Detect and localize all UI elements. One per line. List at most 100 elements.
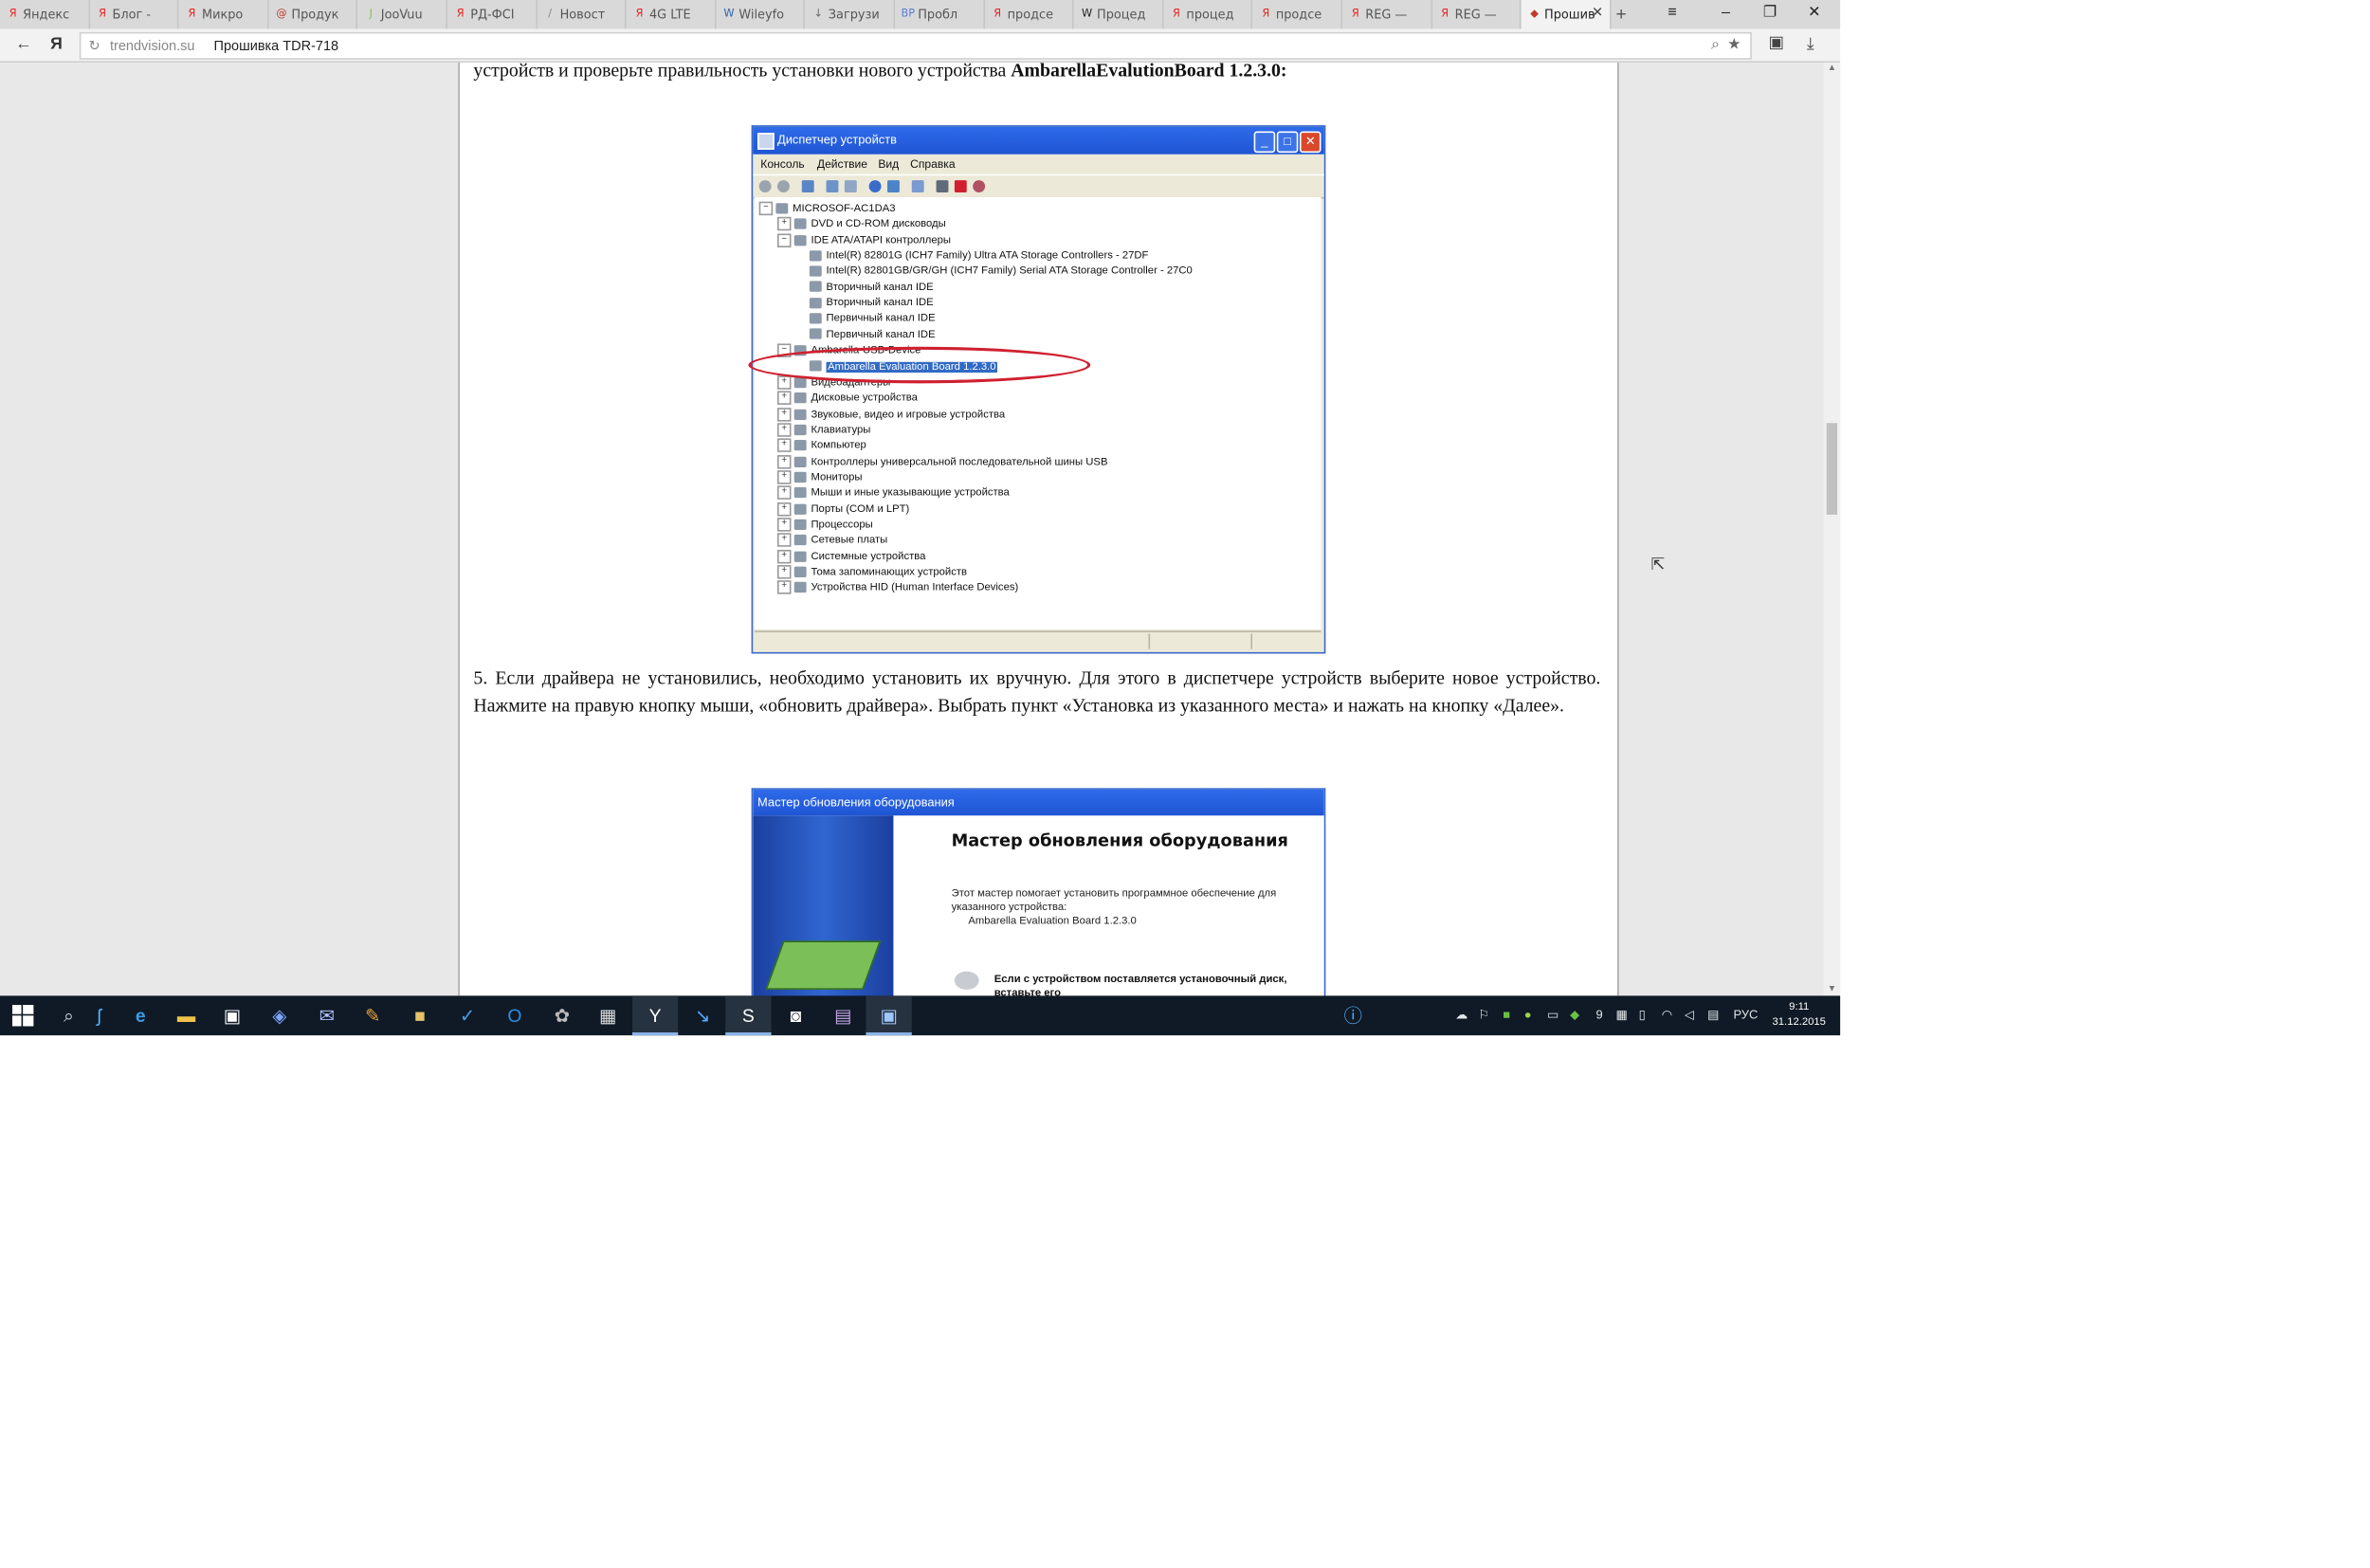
tab-favicon-icon: / xyxy=(548,8,552,20)
minimize-icon: _ xyxy=(1253,131,1276,154)
tab-favicon-icon: J xyxy=(369,8,373,20)
device-icon xyxy=(793,551,807,562)
print-icon xyxy=(844,180,857,192)
tab-favicon-icon: Я xyxy=(188,8,196,20)
action-center-icon[interactable]: ▤ xyxy=(1707,995,1719,1035)
file-explorer-icon[interactable]: ▬ xyxy=(163,995,209,1035)
browser-tab[interactable]: BP Пробл xyxy=(895,0,985,29)
media-icon[interactable]: ◈ xyxy=(257,995,302,1035)
scroll-up-icon[interactable]: ▲ xyxy=(1824,64,1841,74)
yandex-browser-icon[interactable]: Y xyxy=(631,995,679,1036)
browser-tab[interactable]: ↓ Загрузи xyxy=(806,0,896,29)
device-icon xyxy=(793,503,807,515)
browser-tab[interactable]: / Новост xyxy=(537,0,627,29)
tree-item: + Устройства HID (Human Interface Devices… xyxy=(776,580,1018,597)
bookmark-star-icon[interactable]: ★ xyxy=(1727,33,1741,58)
notification-info-icon[interactable]: ⓘ xyxy=(1344,995,1362,1035)
browser-tab[interactable]: Я Блог - xyxy=(89,0,179,29)
extension-icon[interactable]: ▣ xyxy=(1769,30,1785,56)
mail-icon[interactable]: ✉ xyxy=(304,995,350,1035)
close-window-button[interactable]: ✕ xyxy=(1796,0,1833,29)
browser-tab[interactable]: Я Микро xyxy=(179,0,269,29)
expand-icon: + xyxy=(776,580,792,595)
outlook-icon[interactable]: O xyxy=(492,995,538,1035)
tree-item-label: Компьютер xyxy=(811,440,866,452)
search-icon[interactable]: ⌕ xyxy=(1711,33,1720,58)
volume-icon[interactable]: ◁ xyxy=(1685,995,1694,1035)
browser-tab[interactable]: Япродсе xyxy=(1253,0,1343,29)
language-indicator[interactable]: РУС xyxy=(1733,995,1758,1035)
store-icon[interactable]: ▣ xyxy=(210,995,255,1035)
browser-tab[interactable]: Япродсе xyxy=(984,0,1074,29)
tray-app4-icon[interactable]: ◆ xyxy=(1570,995,1579,1035)
terminal-icon[interactable]: ↘ xyxy=(680,995,725,1035)
uninstall-icon xyxy=(954,180,967,192)
browser-tab[interactable]: Я REG — xyxy=(1342,0,1432,29)
wizard-titlebar: Мастер обновления оборудования xyxy=(753,789,1324,816)
browser-tab[interactable]: ◆ Прошив ✕ xyxy=(1521,0,1612,29)
tree-item-label: Системные устройства xyxy=(811,551,926,562)
downloads-icon[interactable]: ⤓ xyxy=(1807,32,1814,58)
document-icon[interactable]: ▣ xyxy=(866,995,912,1036)
tray-app3-icon[interactable]: ▭ xyxy=(1547,995,1559,1035)
tool-icon[interactable]: ✿ xyxy=(539,995,585,1035)
tab-favicon-icon: Я xyxy=(456,8,465,20)
expand-icon: + xyxy=(776,423,792,437)
cloud-icon[interactable]: ☁ xyxy=(1455,995,1468,1035)
tray-app-icon[interactable]: ■ xyxy=(1503,995,1510,1035)
expand-icon: + xyxy=(776,391,792,406)
device-icon xyxy=(809,282,822,293)
browser-tab[interactable]: Япроцед xyxy=(1163,0,1253,29)
page-scrollbar[interactable]: ▲ ▼ xyxy=(1823,63,1841,996)
app-icon[interactable]: ✓ xyxy=(445,995,490,1035)
minimize-button[interactable]: – xyxy=(1707,0,1744,29)
close-tab-icon[interactable]: ✕ xyxy=(1592,0,1603,29)
new-tab-button[interactable]: + xyxy=(1615,0,1626,29)
scrollbar-thumb[interactable] xyxy=(1826,423,1838,515)
browser-tab[interactable]: Я Яндекс xyxy=(0,0,90,29)
vpn-icon[interactable]: ⚐ xyxy=(1478,995,1489,1035)
calculator-icon[interactable]: ▦ xyxy=(585,995,630,1035)
clock-date: 31.12.2015 xyxy=(1772,1016,1826,1029)
tree-item: Первичный канал IDE xyxy=(809,328,936,343)
highlight-ellipse xyxy=(748,346,1091,384)
edge-icon[interactable]: e xyxy=(118,995,163,1035)
browser-tab[interactable]: Я РД-ФСІ xyxy=(447,0,538,29)
tray-app2-icon[interactable]: ● xyxy=(1524,995,1532,1035)
device-icon xyxy=(809,249,822,262)
browser-tab[interactable]: W Wileyfo xyxy=(716,0,806,29)
camera-icon[interactable]: ◙ xyxy=(773,995,818,1035)
expand-icon: + xyxy=(776,549,792,563)
battery-icon[interactable]: ▯ xyxy=(1639,995,1646,1035)
tree-item-label: Тома запоминающих устройств xyxy=(811,567,968,578)
skype-icon[interactable]: S xyxy=(725,995,772,1036)
scroll-down-icon[interactable]: ▼ xyxy=(1824,985,1841,994)
browser-tab[interactable]: W Процед xyxy=(1074,0,1164,29)
tray-count[interactable]: 9 xyxy=(1595,995,1602,1035)
tree-item-label: Intel(R) 82801G (ICH7 Family) Ultra ATA … xyxy=(826,250,1149,262)
url-field[interactable]: ↻ trendvision.su Прошивка TDR-718 ⌕ ★ xyxy=(79,31,1752,60)
restore-button[interactable]: ❐ xyxy=(1752,0,1789,29)
tree-item-label: Intel(R) 82801GB/GR/GH (ICH7 Family) Ser… xyxy=(826,265,1193,278)
tree-item: + Процессоры xyxy=(776,518,873,534)
task-view-icon[interactable]: ʃ xyxy=(77,995,122,1035)
computer-icon xyxy=(757,133,775,150)
tab-label: Прошив xyxy=(1544,8,1595,22)
device-icon xyxy=(793,392,807,404)
browser-tab[interactable]: @ Продук xyxy=(268,0,358,29)
tree-item-label: IDE ATA/ATAPI контроллеры xyxy=(811,235,952,246)
yandex-button[interactable]: Я xyxy=(50,32,63,58)
system-clock[interactable]: 9:11 31.12.2015 xyxy=(1769,1000,1830,1030)
viewer-icon[interactable]: ▤ xyxy=(820,995,866,1035)
back-arrow-icon[interactable]: ← xyxy=(15,32,32,58)
wifi-icon[interactable]: ◠ xyxy=(1662,995,1672,1035)
browser-tab[interactable]: Я 4G LTE xyxy=(627,0,717,29)
start-button[interactable] xyxy=(0,995,46,1035)
browser-tab[interactable]: Я REG — xyxy=(1431,0,1522,29)
browser-menu-button[interactable]: ≡ xyxy=(1654,0,1691,29)
paint-icon[interactable]: ✎ xyxy=(350,995,395,1035)
tree-item-label: Дисковые устройства xyxy=(811,392,918,405)
browser-tab[interactable]: J JooVuu xyxy=(358,0,447,29)
keyboard-icon[interactable]: ▦ xyxy=(1615,995,1627,1035)
archive-icon[interactable]: ■ xyxy=(397,995,443,1035)
